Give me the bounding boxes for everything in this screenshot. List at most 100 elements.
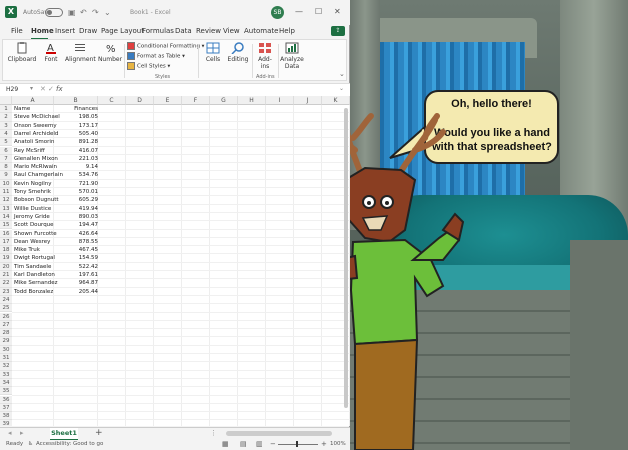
column-header-i[interactable]: I xyxy=(266,96,294,105)
page-break-view-icon[interactable]: ▥ xyxy=(256,440,263,448)
cells-button[interactable]: Cells xyxy=(202,42,224,63)
cell-name[interactable]: Dean Wesrey xyxy=(14,238,50,246)
tab-automate[interactable]: Automate xyxy=(244,27,278,35)
cell-name[interactable]: Karl Dandleton xyxy=(14,271,55,279)
vertical-scrollbar[interactable] xyxy=(344,108,348,408)
row-header[interactable]: 34 xyxy=(0,378,12,388)
row-header[interactable]: 23 xyxy=(0,287,12,296)
tab-help[interactable]: Help xyxy=(279,27,295,35)
cell-finances[interactable]: 505.40 xyxy=(58,130,98,138)
cell-finances[interactable]: 221.03 xyxy=(58,155,98,163)
row-header[interactable]: 32 xyxy=(0,362,12,371)
column-header-b[interactable]: B xyxy=(54,96,98,105)
cell-finances[interactable]: 197.61 xyxy=(58,271,98,279)
addins-button[interactable]: Add-ins xyxy=(254,42,276,70)
row-header[interactable]: 14 xyxy=(0,212,12,222)
cell-name[interactable]: Dwigt Rortugal xyxy=(14,254,55,262)
row-header[interactable]: 24 xyxy=(0,295,12,305)
cell-name[interactable]: Tim Sandaele xyxy=(14,263,51,271)
row-header[interactable]: 22 xyxy=(0,279,12,288)
page-layout-view-icon[interactable]: ▤ xyxy=(240,440,247,448)
tab-view[interactable]: View xyxy=(223,27,240,35)
cell-finances[interactable]: 467.45 xyxy=(58,246,98,254)
row-header[interactable]: 25 xyxy=(0,304,12,313)
cell-name[interactable]: Shown Furcotte xyxy=(14,230,57,238)
header-cell-name[interactable]: Name xyxy=(14,105,30,113)
save-icon[interactable]: ▣ xyxy=(68,8,76,17)
row-header[interactable]: 37 xyxy=(0,403,12,413)
row-header[interactable]: 17 xyxy=(0,237,12,247)
select-all-corner[interactable] xyxy=(0,96,12,105)
cell-finances[interactable]: 890.03 xyxy=(58,213,98,221)
name-box[interactable]: H29 xyxy=(6,86,18,93)
redo-icon[interactable]: ↷ xyxy=(92,8,99,17)
tab-formulas[interactable]: Formulas xyxy=(142,27,174,35)
row-header[interactable]: 12 xyxy=(0,196,12,205)
cell-finances[interactable]: 194.47 xyxy=(58,221,98,229)
column-header-f[interactable]: F xyxy=(182,96,210,105)
editing-button[interactable]: Editing xyxy=(226,42,250,63)
zoom-level[interactable]: 100% xyxy=(330,441,346,447)
cell-finances[interactable]: 426.64 xyxy=(58,230,98,238)
cell-finances[interactable]: 419.94 xyxy=(58,205,98,213)
cell-finances[interactable]: 534.76 xyxy=(58,171,98,179)
cell-name[interactable]: Mario McRlwain xyxy=(14,163,57,171)
column-header-k[interactable]: K xyxy=(322,96,350,105)
normal-view-icon[interactable]: ▦ xyxy=(222,440,229,448)
tab-insert[interactable]: Insert xyxy=(55,27,75,35)
row-header[interactable]: 6 xyxy=(0,146,12,155)
row-header[interactable]: 33 xyxy=(0,370,12,379)
row-header[interactable]: 1 xyxy=(0,105,12,114)
zoom-in-icon[interactable]: + xyxy=(321,440,327,448)
column-header-g[interactable]: G xyxy=(210,96,238,105)
close-button[interactable]: ✕ xyxy=(334,7,341,16)
cell-name[interactable]: Willie Dustice xyxy=(14,205,51,213)
format-as-table-button[interactable]: Format as Table ▾ xyxy=(127,52,185,60)
add-sheet-icon[interactable]: + xyxy=(95,428,103,438)
tab-home[interactable]: Home xyxy=(31,27,54,35)
collapse-ribbon-icon[interactable]: ⌄ xyxy=(339,70,345,78)
row-header[interactable]: 21 xyxy=(0,271,12,280)
column-header-j[interactable]: J xyxy=(294,96,322,105)
cell-name[interactable]: Raul Chamgerlain xyxy=(14,171,63,179)
row-header[interactable]: 19 xyxy=(0,254,12,263)
cell-name[interactable]: Steve McDichael xyxy=(14,113,60,121)
cell-finances[interactable]: 416.07 xyxy=(58,147,98,155)
row-header[interactable]: 31 xyxy=(0,354,12,363)
clipboard-button[interactable]: Clipboard xyxy=(7,42,37,63)
zoom-slider-thumb[interactable] xyxy=(296,441,298,447)
cell-finances[interactable]: 198.05 xyxy=(58,113,98,121)
minimize-button[interactable]: — xyxy=(295,7,303,16)
row-header[interactable]: 26 xyxy=(0,312,12,321)
cell-finances[interactable]: 173.17 xyxy=(58,122,98,130)
row-header[interactable]: 15 xyxy=(0,221,12,230)
row-header[interactable]: 5 xyxy=(0,138,12,147)
horizontal-scrollbar[interactable] xyxy=(226,431,332,436)
cell-name[interactable]: Kevin Nogilny xyxy=(14,180,52,188)
tab-review[interactable]: Review xyxy=(196,27,221,35)
row-header[interactable]: 27 xyxy=(0,320,12,330)
font-button[interactable]: A Font xyxy=(39,42,63,63)
customize-toolbar-icon[interactable]: ⌄ xyxy=(104,8,111,17)
deer-assistant-character[interactable] xyxy=(335,110,465,450)
cell-name[interactable]: Scott Dourque xyxy=(14,221,54,229)
formula-input[interactable] xyxy=(66,85,336,94)
prev-sheet-icon[interactable]: ◂ xyxy=(8,429,12,437)
autosave-toggle[interactable] xyxy=(45,8,63,17)
row-header[interactable]: 38 xyxy=(0,412,12,421)
column-header-d[interactable]: D xyxy=(126,96,154,105)
conditional-formatting-button[interactable]: Conditional Formatting ▾ xyxy=(127,42,204,50)
cell-name[interactable]: Bobson Dugnutt xyxy=(14,196,59,204)
avatar[interactable]: SB xyxy=(271,6,284,19)
cell-name[interactable]: Darrel Archideld xyxy=(14,130,58,138)
row-header[interactable]: 29 xyxy=(0,337,12,346)
cancel-icon[interactable]: ✕ xyxy=(40,85,46,93)
number-button[interactable]: % Number xyxy=(97,42,123,63)
enter-icon[interactable]: ✓ xyxy=(48,85,54,93)
cell-finances[interactable]: 964.87 xyxy=(58,279,98,287)
row-header[interactable]: 11 xyxy=(0,188,12,197)
row-header[interactable]: 18 xyxy=(0,246,12,255)
next-sheet-icon[interactable]: ▸ xyxy=(20,429,24,437)
cell-name[interactable]: Todd Bonzalez xyxy=(14,288,53,296)
cell-finances[interactable]: 9.14 xyxy=(58,163,98,171)
